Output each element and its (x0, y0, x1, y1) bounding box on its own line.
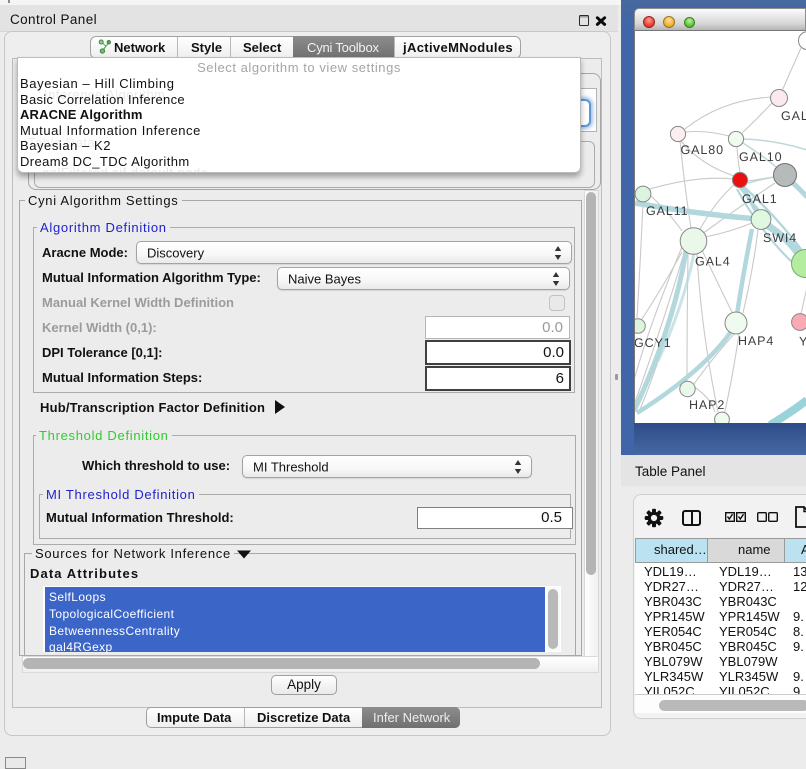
svg-text:HAP2: HAP2 (689, 398, 725, 412)
svg-text:GAL11: GAL11 (646, 204, 689, 218)
svg-text:GAL4: GAL4 (695, 255, 731, 269)
svg-text:SWI4: SWI4 (763, 231, 797, 245)
svg-text:HAP4: HAP4 (738, 334, 774, 348)
svg-text:GAL10: GAL10 (739, 150, 782, 164)
svg-text:GAL: GAL (781, 109, 806, 123)
svg-text:GAL1: GAL1 (742, 192, 778, 206)
svg-text:GCY1: GCY1 (635, 336, 672, 350)
svg-text:Y: Y (799, 335, 806, 349)
svg-text:GAL80: GAL80 (681, 143, 724, 157)
